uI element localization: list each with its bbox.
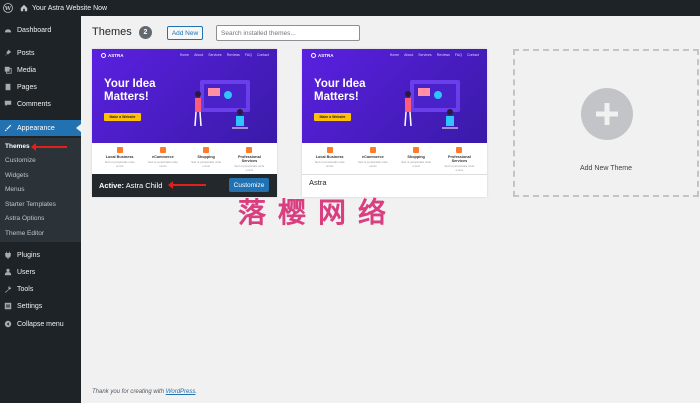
sidebar-item-dashboard[interactable]: Dashboard <box>0 22 81 38</box>
comments-icon <box>4 100 12 108</box>
sidebar-label: Tools <box>17 285 34 293</box>
submenu-theme-editor[interactable]: Theme Editor <box>5 227 44 240</box>
sidebar-label: Users <box>17 268 36 276</box>
preview-logo: ASTRA <box>311 53 334 58</box>
page-title: Themes <box>92 26 132 38</box>
wrench-icon <box>4 285 12 293</box>
watermark-text: 落樱网络 <box>238 196 399 229</box>
submenu-themes[interactable]: Themes <box>5 140 30 153</box>
settings-icon <box>4 302 12 310</box>
sidebar-label: Pages <box>17 83 37 91</box>
sidebar-item-pages[interactable]: Pages <box>0 79 81 95</box>
sidebar-item-posts[interactable]: Posts <box>0 45 81 61</box>
preview-cta: Make a Website <box>314 113 351 121</box>
preview-hero: ASTRA Home About Services Reviews FAQ Contact… <box>302 49 487 143</box>
preview-illustration <box>194 80 250 129</box>
media-icon <box>4 66 12 74</box>
preview-illustration <box>404 80 460 129</box>
users-icon <box>4 268 12 276</box>
admin-bar: W Your Astra Website Now <box>0 0 700 16</box>
active-theme-label: Active: Astra Child <box>99 181 163 190</box>
submenu-customize[interactable]: Customize <box>5 154 36 167</box>
plugin-icon <box>4 251 12 259</box>
footer-text: Thank you for creating with <box>92 389 165 395</box>
add-new-button[interactable]: Add New <box>167 26 203 40</box>
brush-icon <box>4 124 12 132</box>
sidebar-item-users[interactable]: Users <box>0 264 81 280</box>
submenu-starter-templates[interactable]: Starter Templates <box>5 198 56 211</box>
theme-card-astra[interactable]: ASTRA Home About Services Reviews FAQ Contact… <box>302 49 487 197</box>
sidebar-label: Posts <box>17 49 35 57</box>
admin-sidebar: Dashboard Posts Media Pages Comments App… <box>0 16 81 403</box>
preview-cta: Make a Website <box>104 113 141 121</box>
sidebar-item-settings[interactable]: Settings <box>0 298 81 314</box>
sidebar-label: Dashboard <box>17 26 52 34</box>
sidebar-label: Collapse menu <box>17 320 64 328</box>
theme-screenshot: ASTRA Home About Services Reviews FAQ Contact… <box>302 49 487 174</box>
admin-footer: Thank you for creating with WordPress. <box>92 389 197 395</box>
add-new-theme-label: Add New Theme <box>579 165 632 172</box>
plus-icon <box>581 88 633 140</box>
add-new-theme-card[interactable]: Add New Theme <box>513 49 699 197</box>
sidebar-label: Settings <box>17 302 43 310</box>
appearance-submenu: Themes Customize Widgets Menus Starter T… <box>0 138 81 242</box>
sidebar-item-appearance[interactable]: Appearance <box>0 120 81 136</box>
home-icon <box>20 4 28 12</box>
preview-headline: Your Idea Matters! <box>104 78 156 103</box>
sidebar-label: Appearance <box>17 124 55 132</box>
theme-screenshot: ASTRA Home About Services Reviews FAQ Contact… <box>92 49 277 174</box>
collapse-icon <box>4 320 12 328</box>
wordpress-link[interactable]: WordPress <box>166 389 196 395</box>
preview-logo: ASTRA <box>101 53 124 58</box>
preview-feature: Shopping Sed ut perspiciatis unde omnis <box>397 147 435 174</box>
preview-feature: Shopping Sed ut perspiciatis unde omnis <box>187 147 225 174</box>
site-home-link[interactable]: Your Astra Website Now <box>20 4 107 12</box>
annotation-arrow <box>168 181 206 189</box>
site-title: Your Astra Website Now <box>32 4 108 12</box>
pages-icon <box>4 83 12 91</box>
annotation-arrow <box>31 143 67 151</box>
preview-feature: Local Business Sed ut perspiciatis unde o… <box>311 147 349 174</box>
preview-hero: ASTRA Home About Services Reviews FAQ Contact… <box>92 49 277 143</box>
wordpress-logo-icon[interactable]: W <box>0 0 16 16</box>
theme-name: Astra <box>309 178 327 187</box>
preview-nav: Home About Services Reviews FAQ Contact <box>179 53 269 57</box>
sidebar-item-comments[interactable]: Comments <box>0 96 81 112</box>
sidebar-label: Media <box>17 66 37 74</box>
theme-card-astra-child[interactable]: ASTRA Home About Services Reviews FAQ Contact… <box>92 49 277 197</box>
dashboard-icon <box>4 26 12 34</box>
preview-features: Local Business Sed ut perspiciatis unde o… <box>302 144 487 174</box>
preview-feature: eCommerce Sed ut perspiciatis unde omnis <box>144 147 182 174</box>
submenu-astra-options[interactable]: Astra Options <box>5 212 44 225</box>
sidebar-label: Plugins <box>17 251 40 259</box>
submenu-widgets[interactable]: Widgets <box>5 169 28 182</box>
sidebar-label: Comments <box>17 100 51 108</box>
pin-icon <box>4 49 12 57</box>
collapse-menu-button[interactable]: Collapse menu <box>0 316 81 332</box>
preview-feature: Professional Services Sed ut perspiciatis… <box>440 147 478 174</box>
preview-nav: Home About Services Reviews FAQ Contact <box>389 53 479 57</box>
theme-count-badge: 2 <box>139 26 152 39</box>
sidebar-item-tools[interactable]: Tools <box>0 281 81 297</box>
preview-headline: Your Idea Matters! <box>314 78 366 103</box>
sidebar-item-media[interactable]: Media <box>0 62 81 78</box>
submenu-menus[interactable]: Menus <box>5 183 25 196</box>
customize-button[interactable]: Customize <box>229 178 269 192</box>
svg-text:W: W <box>4 6 12 12</box>
preview-features: Local Business Sed ut perspiciatis unde o… <box>92 144 277 174</box>
preview-feature: eCommerce Sed ut perspiciatis unde omnis <box>354 147 392 174</box>
footer-period: . <box>195 389 198 395</box>
preview-feature: Professional Services Sed ut perspiciatis… <box>230 147 268 174</box>
sidebar-item-plugins[interactable]: Plugins <box>0 247 81 263</box>
preview-feature: Local Business Sed ut perspiciatis unde o… <box>101 147 139 174</box>
search-themes-input[interactable] <box>216 25 360 41</box>
